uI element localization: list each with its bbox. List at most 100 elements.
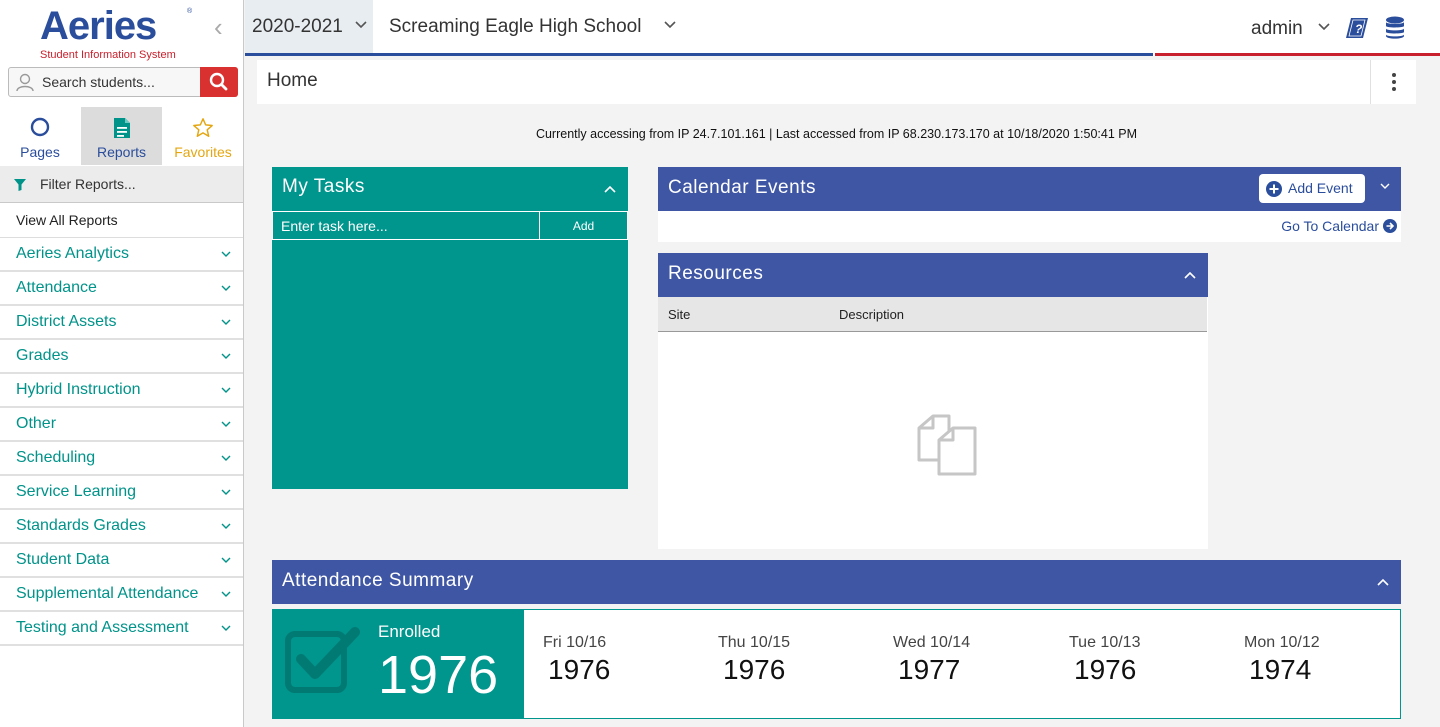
user-menu[interactable]: admin bbox=[1251, 18, 1303, 40]
filter-reports[interactable]: Filter Reports... bbox=[0, 166, 243, 203]
report-group-label: Other bbox=[16, 415, 57, 432]
tab-reports[interactable]: Reports bbox=[81, 107, 162, 165]
chevron-up-icon[interactable] bbox=[1184, 271, 1196, 279]
tab-pages[interactable]: Pages bbox=[0, 107, 80, 165]
chevron-down-icon bbox=[221, 489, 231, 495]
add-task-button[interactable]: Add bbox=[539, 211, 628, 240]
resources-header: Resources bbox=[658, 253, 1208, 297]
report-icon bbox=[113, 118, 130, 138]
header-accent-red bbox=[1155, 53, 1440, 56]
chevron-down-icon[interactable] bbox=[664, 21, 676, 29]
report-group-label: Service Learning bbox=[16, 483, 137, 500]
database-icon[interactable] bbox=[1385, 16, 1405, 40]
plus-circle-icon bbox=[1266, 181, 1282, 197]
kebab-dot bbox=[1392, 73, 1396, 77]
report-group-item[interactable]: Testing and Assessment bbox=[0, 612, 243, 646]
aeries-logo[interactable]: Aeries ® Student Information System bbox=[40, 4, 200, 61]
attendance-summary-body: Enrolled 1976 Fri 10/16 1976 Thu 10/15 1976… bbox=[272, 609, 1401, 719]
chevron-down-icon bbox=[221, 591, 231, 597]
enrolled-value: 1976 bbox=[378, 645, 499, 705]
help-book-icon[interactable]: ? bbox=[1345, 17, 1369, 39]
report-group-item[interactable]: Student Data bbox=[0, 544, 243, 578]
column-header-site[interactable]: Site bbox=[668, 307, 690, 322]
attendance-day-value: 1974 bbox=[1249, 654, 1312, 685]
search-icon bbox=[209, 72, 228, 91]
attendance-day-label: Fri 10/16 bbox=[543, 634, 607, 651]
logo-tagline: Student Information System bbox=[40, 49, 176, 61]
column-header-description[interactable]: Description bbox=[839, 307, 904, 322]
report-group-label: Scheduling bbox=[16, 449, 96, 466]
attendance-day-value: 1976 bbox=[723, 654, 786, 685]
school-year-label: 2020-2021 bbox=[252, 16, 343, 37]
access-info: Currently accessing from IP 24.7.101.161… bbox=[535, 127, 1138, 141]
attendance-day-value: 1976 bbox=[1074, 654, 1137, 685]
attendance-day: Wed 10/14 1977 bbox=[893, 634, 1013, 686]
empty-files-icon bbox=[917, 414, 977, 476]
page-title: Home bbox=[267, 70, 318, 91]
school-selector[interactable]: Screaming Eagle High School bbox=[389, 16, 641, 38]
chevron-down-icon bbox=[221, 251, 231, 257]
add-event-button[interactable]: Add Event bbox=[1259, 174, 1365, 203]
report-group-label: Grades bbox=[16, 347, 69, 364]
report-group-item[interactable]: Other bbox=[0, 408, 243, 442]
report-group-item[interactable]: Standards Grades bbox=[0, 510, 243, 544]
report-group-item[interactable]: Aeries Analytics bbox=[0, 238, 243, 272]
chevron-down-icon[interactable] bbox=[1318, 23, 1330, 31]
circle-icon bbox=[30, 117, 50, 137]
attendance-day-label: Mon 10/12 bbox=[1244, 634, 1320, 651]
report-group-item[interactable]: District Assets bbox=[0, 306, 243, 340]
attendance-summary-header: Attendance Summary bbox=[272, 560, 1401, 604]
chevron-down-icon bbox=[221, 557, 231, 563]
chevron-down-icon bbox=[221, 353, 231, 359]
task-input[interactable] bbox=[272, 211, 540, 240]
search-students-input[interactable] bbox=[42, 68, 202, 96]
chevron-up-icon[interactable] bbox=[1377, 578, 1389, 586]
attendance-day-value: 1977 bbox=[898, 654, 961, 685]
kebab-dot bbox=[1392, 87, 1396, 91]
attendance-day-label: Thu 10/15 bbox=[718, 634, 791, 651]
school-year-selector[interactable]: 2020-2021 bbox=[245, 0, 373, 53]
chevron-down-icon bbox=[221, 523, 231, 529]
kebab-dot bbox=[1392, 80, 1396, 84]
filter-icon bbox=[14, 179, 26, 191]
tab-label: Pages bbox=[20, 144, 60, 160]
attendance-day: Thu 10/15 1976 bbox=[718, 634, 838, 686]
attendance-day-label: Tue 10/13 bbox=[1069, 634, 1141, 651]
attendance-day: Tue 10/13 1976 bbox=[1069, 634, 1189, 686]
collapse-sidebar-icon[interactable]: ‹ bbox=[214, 14, 223, 40]
resources-table-header: Site Description bbox=[658, 297, 1207, 332]
search-button[interactable] bbox=[200, 67, 238, 97]
svg-text:?: ? bbox=[1355, 22, 1363, 36]
person-icon bbox=[16, 73, 34, 92]
tab-favorites[interactable]: Favorites bbox=[163, 107, 243, 165]
attendance-day-label: Wed 10/14 bbox=[893, 634, 971, 651]
go-to-calendar-label: Go To Calendar bbox=[1281, 218, 1379, 234]
filter-reports-input[interactable]: Filter Reports... bbox=[40, 176, 136, 192]
more-options-button[interactable] bbox=[1370, 60, 1416, 104]
report-group-item[interactable]: Grades bbox=[0, 340, 243, 374]
chevron-down-icon bbox=[221, 625, 231, 631]
attendance-day: Fri 10/16 1976 bbox=[543, 634, 663, 686]
report-group-item[interactable]: Hybrid Instruction bbox=[0, 374, 243, 408]
chevron-down-icon bbox=[221, 421, 231, 427]
report-group-item[interactable]: Scheduling bbox=[0, 442, 243, 476]
report-group-item[interactable]: Attendance bbox=[0, 272, 243, 306]
calendar-events-body: Go To Calendar bbox=[658, 211, 1401, 242]
resources-body: Site Description bbox=[658, 297, 1208, 549]
enrolled-label: Enrolled bbox=[378, 622, 441, 641]
header-accent-blue bbox=[245, 53, 1153, 56]
report-group-label: Aeries Analytics bbox=[16, 245, 129, 262]
calendar-events-title: Calendar Events bbox=[668, 177, 816, 198]
report-group-item[interactable]: Supplemental Attendance bbox=[0, 578, 243, 612]
sidebar-nav-tabs: Pages Reports Favorites bbox=[0, 107, 243, 165]
report-group-item[interactable]: Service Learning bbox=[0, 476, 243, 510]
chevron-down-icon[interactable] bbox=[1380, 183, 1390, 190]
view-all-reports-link[interactable]: View All Reports bbox=[0, 204, 243, 238]
logo-registered-mark: ® bbox=[187, 8, 193, 15]
attendance-day: Mon 10/12 1974 bbox=[1244, 634, 1364, 686]
chevron-up-icon[interactable] bbox=[604, 185, 616, 193]
chevron-down-icon bbox=[221, 319, 231, 325]
report-group-label: District Assets bbox=[16, 313, 117, 330]
report-group-label: Attendance bbox=[16, 279, 97, 296]
chevron-down-icon bbox=[221, 285, 231, 291]
